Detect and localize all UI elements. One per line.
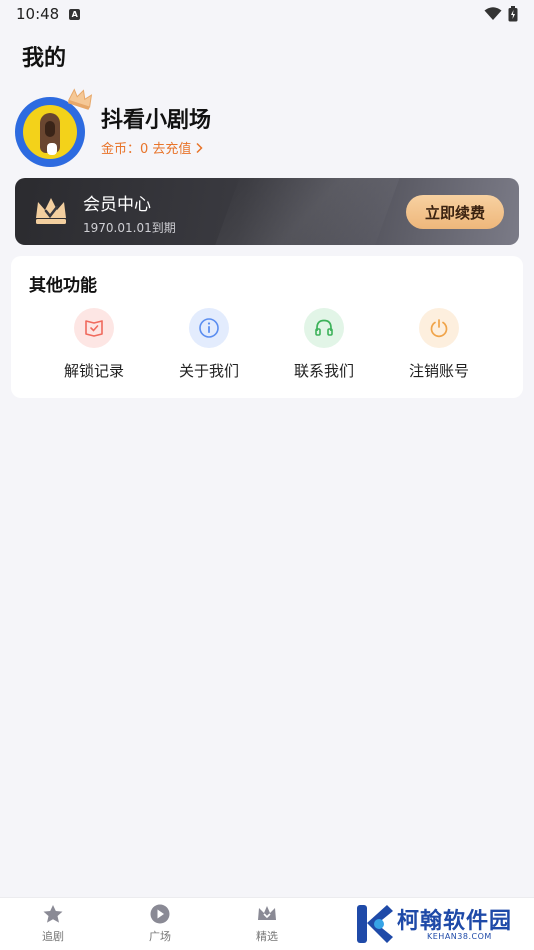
- renew-button[interactable]: 立即续费: [406, 195, 504, 229]
- tab-plaza[interactable]: 广场: [130, 904, 190, 948]
- profile-section: 抖看小剧场 金币：0 去充值: [15, 88, 515, 168]
- watermark-text: 柯翰软件园: [397, 909, 513, 934]
- notification-a-icon: A: [69, 8, 81, 20]
- tab-featured[interactable]: 精选: [237, 904, 297, 948]
- other-functions-panel: 其他功能 解锁记录 关于我们 联系我们 注销账号: [11, 256, 523, 398]
- status-right: [484, 6, 518, 22]
- tab-follow-drama[interactable]: 追剧: [23, 904, 83, 948]
- contact-us-label: 联系我们: [293, 362, 354, 380]
- avatar[interactable]: [15, 88, 93, 168]
- vip-crown-icon: [36, 198, 66, 224]
- headset-icon: [304, 308, 344, 348]
- coins-text: 金币：0 去充值: [101, 142, 192, 157]
- info-icon: [189, 308, 229, 348]
- functions-title: 其他功能: [29, 276, 97, 296]
- watermark-logo: [357, 905, 393, 943]
- page-title: 我的: [22, 46, 67, 71]
- contact-us-button[interactable]: 联系我们: [274, 308, 374, 388]
- avatar-image: [23, 105, 77, 159]
- card-sheen: [203, 178, 407, 245]
- vip-crown-badge-icon: [67, 88, 93, 110]
- crown-icon: [258, 906, 276, 920]
- about-us-label: 关于我们: [178, 362, 239, 380]
- vip-expire-date: 1970.01.01到期: [83, 221, 176, 235]
- wifi-icon: [484, 7, 502, 20]
- play-icon: [150, 904, 170, 924]
- tab-label: 广场: [149, 930, 171, 943]
- vip-center-card[interactable]: 会员中心 1970.01.01到期 立即续费: [15, 178, 519, 245]
- cancel-account-label: 注销账号: [408, 362, 469, 380]
- power-icon: [419, 308, 459, 348]
- status-time: 10:48: [16, 5, 60, 23]
- profile-name: 抖看小剧场: [101, 108, 212, 133]
- chevron-right-icon: [196, 142, 203, 153]
- unlock-record-label: 解锁记录: [63, 362, 124, 380]
- vip-title: 会员中心: [83, 195, 151, 215]
- status-bar: 10:48 A: [0, 0, 534, 28]
- about-us-button[interactable]: 关于我们: [159, 308, 259, 388]
- coins-recharge-link[interactable]: 金币：0 去充值: [101, 138, 203, 157]
- tab-label: 精选: [256, 930, 278, 943]
- watermark-subtext: KEHAN38.COM: [427, 932, 492, 941]
- tab-label: 追剧: [42, 930, 64, 943]
- cancel-account-button[interactable]: 注销账号: [389, 308, 489, 388]
- star-icon: [43, 905, 63, 923]
- battery-icon: [508, 6, 518, 22]
- unlock-record-icon: [74, 308, 114, 348]
- unlock-record-button[interactable]: 解锁记录: [44, 308, 144, 388]
- status-left: 10:48 A: [16, 5, 81, 23]
- watermark: 柯翰软件园 KEHAN38.COM: [355, 901, 525, 947]
